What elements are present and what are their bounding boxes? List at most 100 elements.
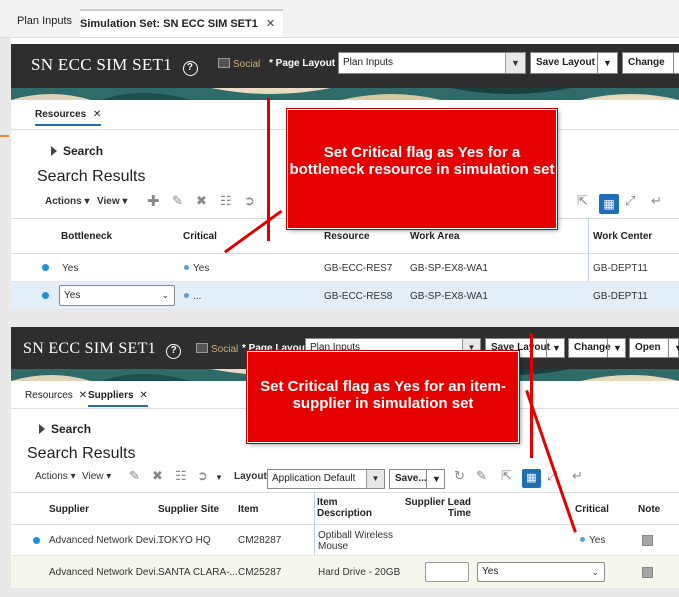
columns-icon[interactable]: ☷ <box>220 193 232 209</box>
edit-icon[interactable]: ✎ <box>129 468 140 484</box>
row-status-icon <box>42 264 49 271</box>
actions-menu[interactable]: Actions ▾ <box>35 471 76 482</box>
cell-work-center: GB-DEPT11 <box>593 291 648 302</box>
cell-item-description: Hard Drive - 20GB <box>318 567 401 578</box>
delete-icon[interactable]: ✖ <box>152 468 163 484</box>
cell-critical: Yes <box>184 263 209 274</box>
subtab-resources[interactable]: Resources ✕ <box>35 109 102 126</box>
cell-work-center: GB-DEPT11 <box>593 263 648 274</box>
close-icon[interactable]: ✕ <box>139 390 147 401</box>
edit-icon[interactable]: ✎ <box>476 468 487 484</box>
chevron-down-icon[interactable]: ▼ <box>597 53 617 73</box>
chevron-down-icon[interactable]: ▼ <box>426 470 446 488</box>
close-icon[interactable]: ✕ <box>79 390 87 401</box>
tab-plan-inputs[interactable]: Plan Inputs <box>17 15 72 27</box>
chevron-down-icon[interactable]: ▼ <box>546 339 566 357</box>
social-link[interactable]: Social <box>218 58 260 70</box>
layout-label: Layout <box>234 471 267 482</box>
table-row[interactable]: Yes Yes GB-ECC-RES7 GB-SP-EX8-WA1 GB-DEP… <box>11 254 679 282</box>
critical-icon <box>184 293 189 298</box>
subtab-suppliers[interactable]: Suppliers ✕ <box>88 390 148 407</box>
col-item-description[interactable]: Item Description <box>317 497 387 519</box>
page-layout-select[interactable]: Plan Inputs ▼ <box>338 52 526 74</box>
annotation-callout: Set Critical flag as Yes for an item-sup… <box>246 350 520 444</box>
columns-icon[interactable]: ☷ <box>175 468 187 484</box>
go-icon[interactable]: ➲ <box>244 193 255 209</box>
search-toggle[interactable]: Search <box>51 144 103 158</box>
chevron-down-icon[interactable]: ▼ <box>673 53 679 73</box>
delete-icon[interactable]: ✖ <box>196 193 207 209</box>
cell-item-description: Optiball Wireless Mouse <box>318 530 394 552</box>
chevron-down-icon[interactable]: ▼ <box>607 339 627 357</box>
col-work-center[interactable]: Work Center <box>593 231 652 242</box>
view-menu[interactable]: View ▾ <box>97 196 127 207</box>
chevron-down-icon: ⌄ <box>161 290 169 300</box>
save-layout-button[interactable]: Save Layout ▼ <box>530 52 618 74</box>
go-icon[interactable]: ➲ <box>197 468 208 484</box>
cell-item: CM25287 <box>238 567 282 578</box>
cell-supplier: Advanced Network Devi... <box>49 567 165 578</box>
wrap-icon[interactable]: ↵ <box>651 193 662 209</box>
actions-menu[interactable]: Actions ▾ <box>45 196 89 207</box>
col-resource[interactable]: Resource <box>324 231 370 242</box>
chevron-down-icon[interactable]: ▼ <box>366 470 384 488</box>
col-bottleneck[interactable]: Bottleneck <box>61 231 112 242</box>
table-row[interactable]: Yes ⌄ ... GB-ECC-RES8 GB-SP-EX8-WA1 GB-DE… <box>11 282 679 310</box>
col-item[interactable]: Item <box>238 504 259 515</box>
annotation-callout: Set Critical flag as Yes for a bottlenec… <box>286 108 558 230</box>
col-note[interactable]: Note <box>638 504 660 515</box>
col-work-area[interactable]: Work Area <box>410 231 459 242</box>
note-icon[interactable] <box>642 567 653 578</box>
critical-icon <box>580 537 585 542</box>
col-critical[interactable]: Critical <box>575 504 609 515</box>
col-supplier-lead-time[interactable]: Supplier Lead Time <box>401 497 471 519</box>
col-critical[interactable]: Critical <box>183 231 217 242</box>
chevron-down-icon: ⌄ <box>591 567 599 577</box>
detach-icon[interactable]: ⤢ <box>625 193 635 209</box>
cell-critical: Yes <box>580 535 605 546</box>
results-toolbar: Actions ▾ View ▾ ✎ ✖ ☷ ➲ ▼ Layout Applic… <box>11 467 679 491</box>
bottleneck-select[interactable]: Yes ⌄ <box>59 285 175 306</box>
note-icon[interactable] <box>642 535 653 546</box>
chevron-down-icon[interactable]: ▼ <box>215 473 223 482</box>
cell-bottleneck: Yes <box>62 263 79 274</box>
save-button[interactable]: Save... ▼ <box>389 469 445 489</box>
social-icon <box>218 58 230 68</box>
close-icon[interactable]: ✕ <box>266 18 275 30</box>
close-icon[interactable]: ✕ <box>93 109 101 120</box>
refresh-icon[interactable]: ↻ <box>454 468 465 484</box>
critical-select[interactable]: Yes ⌄ <box>477 562 605 582</box>
table-view-icon[interactable]: ▦ <box>599 194 619 214</box>
cell-resource: GB-ECC-RES7 <box>324 263 393 274</box>
cell-supplier-site: SANTA CLARA-... <box>158 567 238 578</box>
change-button[interactable]: Change▼ <box>622 52 679 74</box>
view-menu[interactable]: View ▾ <box>82 471 111 482</box>
chevron-down-icon[interactable]: ▼ <box>668 339 679 357</box>
open-button[interactable]: Open ▼ <box>629 338 679 358</box>
social-link[interactable]: Social <box>196 343 238 355</box>
cell-supplier: Advanced Network Devi... <box>49 535 165 546</box>
freeze-icon[interactable]: ⇱ <box>501 468 512 484</box>
lead-time-input[interactable] <box>425 562 469 582</box>
help-icon[interactable]: ? <box>166 344 182 359</box>
edit-icon[interactable]: ✎ <box>172 193 183 209</box>
tab-simulation-set-label: Simulation Set: SN ECC SIM SET1 <box>80 18 258 30</box>
col-supplier[interactable]: Supplier <box>49 504 89 515</box>
search-toggle[interactable]: Search <box>39 422 91 436</box>
table-header: Supplier Supplier Site Item Item Descrip… <box>11 492 679 525</box>
help-icon[interactable]: ? <box>182 61 198 76</box>
change-button[interactable]: Change▼ <box>568 338 626 358</box>
cell-supplier-site: TOKYO HQ <box>158 535 211 546</box>
col-supplier-site[interactable]: Supplier Site <box>158 504 219 515</box>
table-view-icon[interactable]: ▦ <box>522 469 541 488</box>
tab-simulation-set[interactable]: Simulation Set: SN ECC SIM SET1 ✕ <box>80 9 284 37</box>
layout-select[interactable]: Application Default ▼ <box>267 469 385 489</box>
subtab-resources[interactable]: Resources ✕ <box>25 390 87 401</box>
table-row[interactable]: Advanced Network Devi... TOKYO HQ CM2828… <box>11 525 679 556</box>
add-icon[interactable]: ✚ <box>147 192 160 210</box>
chevron-down-icon[interactable]: ▼ <box>505 53 525 73</box>
freeze-icon[interactable]: ⇱ <box>577 193 588 209</box>
wrap-icon[interactable]: ↵ <box>572 468 583 484</box>
table-row[interactable]: Advanced Network Devi... SANTA CLARA-...… <box>11 556 679 589</box>
search-results-title: Search Results <box>37 168 146 185</box>
